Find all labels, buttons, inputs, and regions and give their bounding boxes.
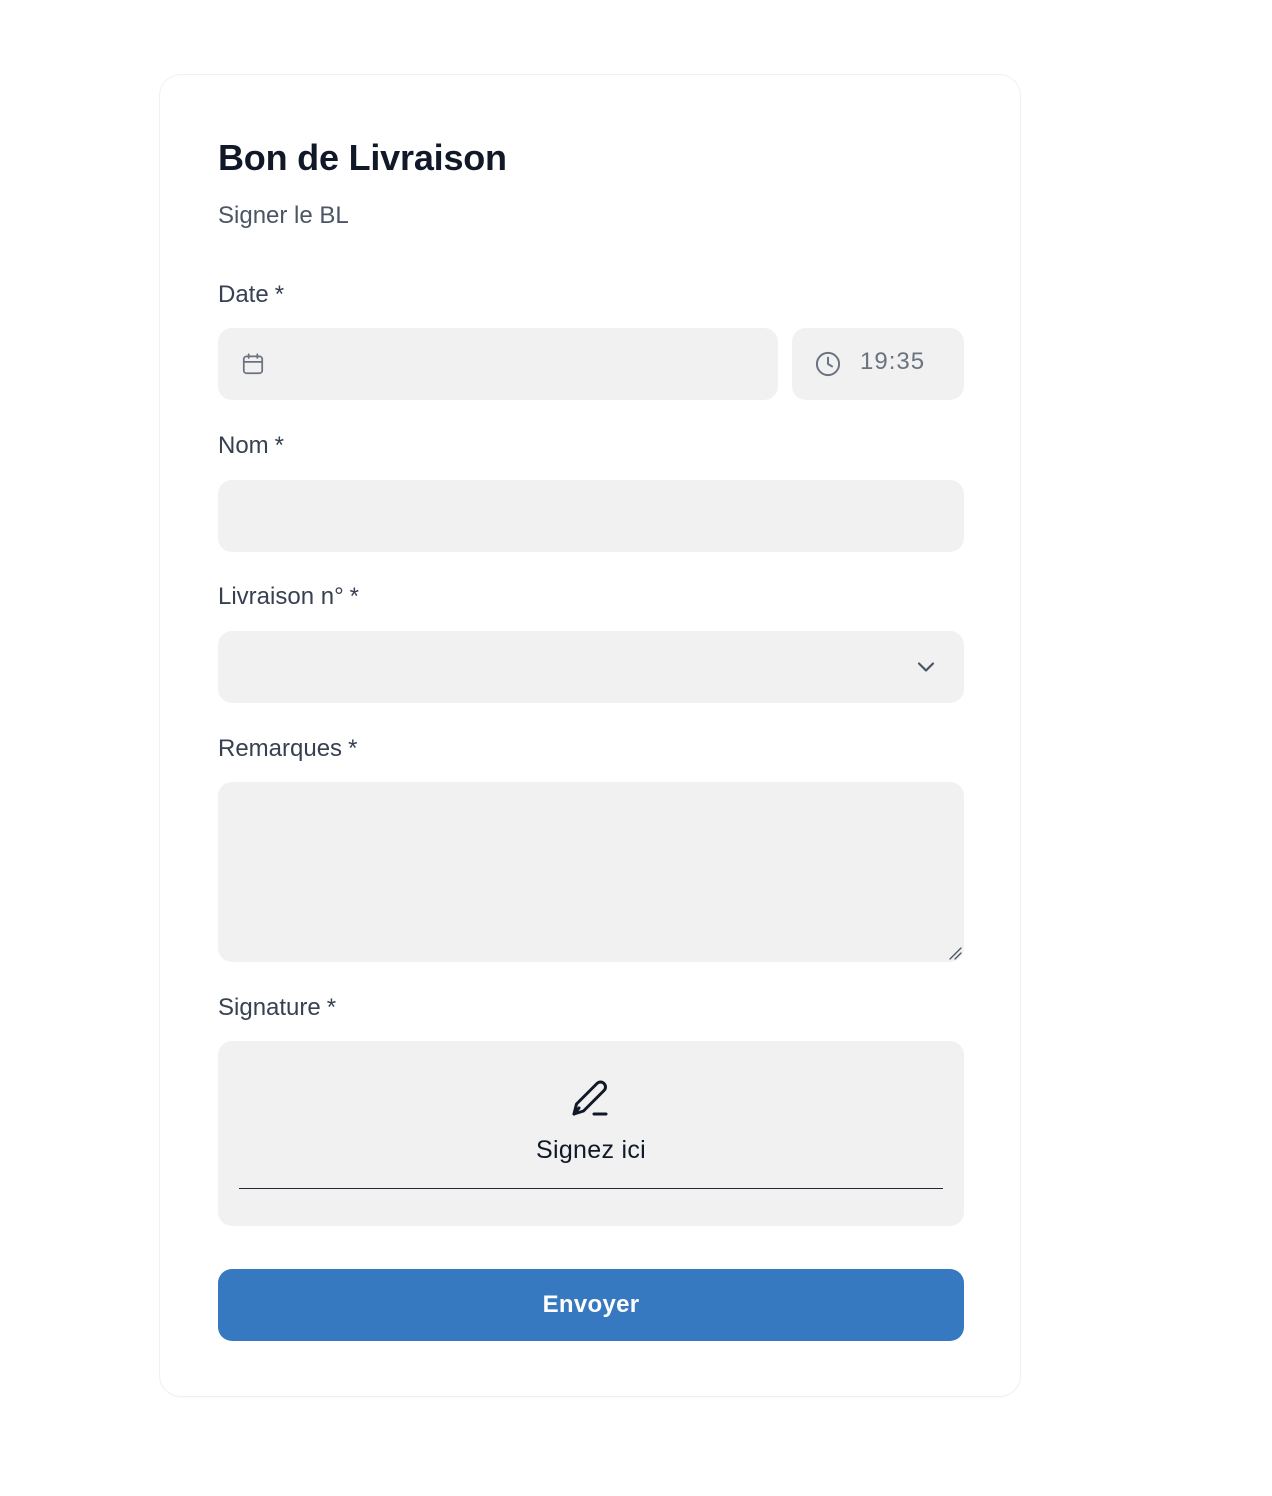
remarks-textarea[interactable] [218,782,964,962]
name-label-text: Nom [218,432,269,459]
date-label-text: Date [218,281,269,308]
remarks-label-text: Remarques [218,735,343,762]
signature-label-text: Signature [218,994,321,1021]
delivery-number-label-text: Livraison n° [218,583,344,610]
delivery-number-label: Livraison n° * [218,583,359,611]
resize-handle-icon[interactable] [948,946,962,960]
signature-prompt: Signez ici [536,1136,646,1164]
remarks-label: Remarques * [218,735,357,763]
time-value: 19:35 [860,348,926,375]
name-input[interactable] [218,480,964,552]
date-label: Date * [218,281,284,309]
clock-icon [815,351,841,377]
pen-icon [572,1080,608,1116]
delivery-number-select[interactable] [218,631,964,703]
required-marker: * [274,432,285,459]
page-subtitle: Signer le BL [218,202,349,229]
signature-line [239,1188,943,1189]
required-marker: * [348,735,358,762]
name-label: Nom * [218,432,284,460]
submit-button[interactable]: Envoyer [218,1269,964,1341]
calendar-icon [242,353,264,375]
required-marker: * [326,994,337,1021]
page-title: Bon de Livraison [218,137,507,178]
form-card: Bon de Livraison Signer le BL Date * 19:3… [159,74,1021,1397]
signature-label: Signature * [218,994,336,1022]
date-input[interactable] [218,328,778,400]
signature-pad[interactable]: Signez ici [218,1041,964,1226]
required-marker: * [349,583,360,610]
required-marker: * [274,281,285,308]
chevron-down-icon [917,662,935,672]
time-input[interactable]: 19:35 [792,328,964,400]
